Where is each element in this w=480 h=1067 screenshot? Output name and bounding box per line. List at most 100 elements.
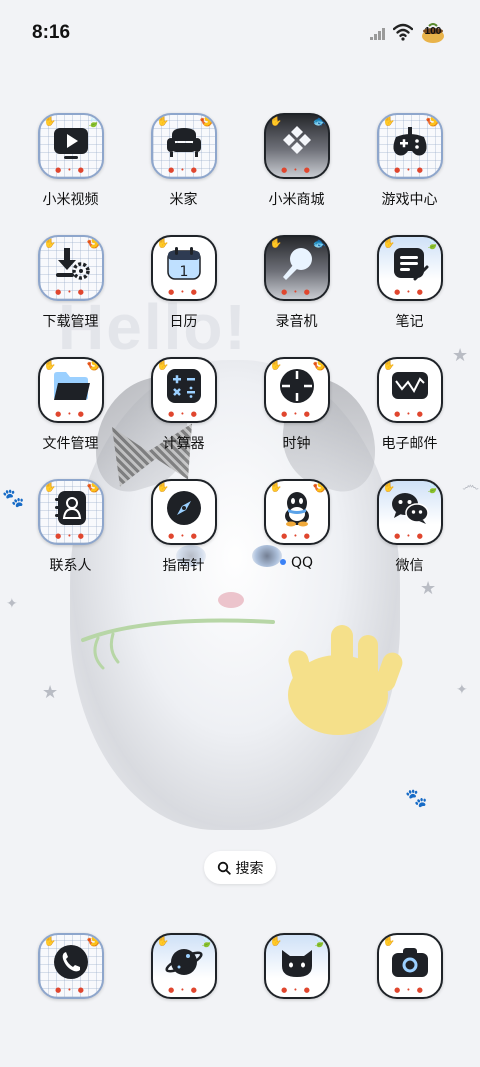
app-icon-frame: ✋ 🍃 ● • ● xyxy=(263,933,330,999)
app-calculator[interactable]: ✋ ● • ● 计算器 xyxy=(127,357,240,479)
sticker-tag-icon: 🍤 xyxy=(86,481,101,494)
app-label-text: 小米商城 xyxy=(268,192,325,208)
app-label: 米家 xyxy=(170,189,198,209)
app-label: 录音机 xyxy=(276,311,318,331)
face-decoration-icon: ● • ● xyxy=(281,410,312,418)
calculator-icon xyxy=(165,367,203,409)
download-icon xyxy=(52,246,90,286)
app-microphone[interactable]: ✋ 🐟 ● • ● 录音机 xyxy=(240,235,353,357)
app-qq-penguin[interactable]: ✋ 🍤 ● • ● QQ xyxy=(240,479,353,601)
sticker-tag-icon: 🐟 xyxy=(312,237,327,250)
dock-phone[interactable]: ✋ 🍤 ● • ● xyxy=(14,933,127,999)
search-icon xyxy=(217,861,231,875)
app-label-text: 笔记 xyxy=(395,314,424,330)
folder-icon xyxy=(50,369,92,407)
battery-level: 100 xyxy=(424,26,442,37)
calendar-icon: 1 xyxy=(164,245,204,287)
app-label-text: 录音机 xyxy=(275,314,318,330)
phone-icon xyxy=(52,943,90,985)
star-icon: ★ xyxy=(42,682,59,703)
face-decoration-icon: ● • ● xyxy=(281,288,312,296)
app-label-text: 微信 xyxy=(395,558,424,574)
app-label: 笔记 xyxy=(396,311,424,331)
app-label-text: 米家 xyxy=(169,192,198,208)
search-label: 搜索 xyxy=(235,860,264,877)
store-logo-icon xyxy=(279,124,315,164)
camera-icon xyxy=(390,944,430,984)
face-decoration-icon: ● • ● xyxy=(168,532,199,540)
face-decoration-icon: ● • ● xyxy=(281,986,312,994)
app-label-text: 计算器 xyxy=(162,436,205,452)
app-label: 小米商城 xyxy=(269,189,325,209)
dock-cat-face[interactable]: ✋ 🍃 ● • ● xyxy=(240,933,353,999)
app-label: 微信 xyxy=(396,555,424,575)
face-decoration-icon: ● • ● xyxy=(55,288,86,296)
app-sofa[interactable]: ✋ 🍤 ● • ● 米家 xyxy=(127,113,240,235)
app-icon-frame: ✋ 🍤 ● • ● xyxy=(37,933,104,999)
search-button[interactable]: 搜索 xyxy=(204,851,276,884)
face-decoration-icon: ● • ● xyxy=(168,166,199,174)
app-label-text: 文件管理 xyxy=(42,436,99,452)
app-icon-frame: ✋ 🍤 ● • ● xyxy=(263,479,330,545)
sticker-tag-icon: 🍤 xyxy=(312,481,327,494)
app-label-text: 游戏中心 xyxy=(381,192,438,208)
app-label: 游戏中心 xyxy=(382,189,438,209)
dock: ✋ 🍤 ● • ● ✋ 🍃 ● • ● ✋ 🍃 ● • ● ✋ ● • ● xyxy=(14,933,466,999)
dock-browser-planet[interactable]: ✋ 🍃 ● • ● xyxy=(127,933,240,999)
app-icon-frame: ✋ 🐟 ● • ● xyxy=(263,235,330,301)
app-label-text: 小米视频 xyxy=(42,192,99,208)
app-label-text: 指南针 xyxy=(162,558,205,574)
app-icon-frame: ✋ ● • ● xyxy=(376,357,443,423)
app-label: 电子邮件 xyxy=(382,433,438,453)
app-store-logo[interactable]: ✋ 🐟 ● • ● 小米商城 xyxy=(240,113,353,235)
app-compass[interactable]: ✋ ● • ● 指南针 xyxy=(127,479,240,601)
app-icon-frame: ✋ ● • ● xyxy=(150,479,217,545)
app-icon-frame: ✋ 🍤 ● • ● xyxy=(376,113,443,179)
app-icon-frame: ✋ 1 ● • ● xyxy=(150,235,217,301)
sofa-icon xyxy=(165,125,203,163)
app-wechat[interactable]: ✋ 🍃 ● • ● 微信 xyxy=(353,479,466,601)
app-icon-frame: ✋ 🍤 ● • ● xyxy=(37,235,104,301)
app-label-text: 时钟 xyxy=(282,436,311,452)
face-decoration-icon: ● • ● xyxy=(281,166,312,174)
app-label: 指南针 xyxy=(163,555,205,575)
face-decoration-icon: ● • ● xyxy=(55,410,86,418)
app-mail[interactable]: ✋ ● • ● 电子邮件 xyxy=(353,357,466,479)
dock-camera[interactable]: ✋ ● • ● xyxy=(353,933,466,999)
app-icon-frame: ✋ 🍃 ● • ● xyxy=(376,235,443,301)
app-clock[interactable]: ✋ 🍤 ● • ● 时钟 xyxy=(240,357,353,479)
face-decoration-icon: ● • ● xyxy=(394,166,425,174)
clock-icon xyxy=(278,367,316,409)
face-decoration-icon: ● • ● xyxy=(394,410,425,418)
face-decoration-icon: ● • ● xyxy=(394,288,425,296)
app-icon-frame: ✋ 🐟 ● • ● xyxy=(263,113,330,179)
app-contacts[interactable]: ✋ 🍤 ● • ● 联系人 xyxy=(14,479,127,601)
notes-icon xyxy=(391,245,429,287)
app-notes[interactable]: ✋ 🍃 ● • ● 笔记 xyxy=(353,235,466,357)
battery-indicator: 100 xyxy=(420,22,446,44)
app-folder[interactable]: ✋ 🍤 ● • ● 文件管理 xyxy=(14,357,127,479)
app-calendar[interactable]: ✋ 1 ● • ● 日历 xyxy=(127,235,240,357)
face-decoration-icon: ● • ● xyxy=(55,986,86,994)
gamepad-icon xyxy=(390,125,430,163)
app-download[interactable]: ✋ 🍤 ● • ● 下载管理 xyxy=(14,235,127,357)
browser-planet-icon xyxy=(164,943,204,985)
grass-stem xyxy=(81,618,275,670)
app-label: 下载管理 xyxy=(43,311,99,331)
app-play-video[interactable]: ✋ 🍃 ● • ● 小米视频 xyxy=(14,113,127,235)
app-label-text: QQ xyxy=(290,555,314,571)
app-label-text: 日历 xyxy=(169,314,198,330)
app-label: 联系人 xyxy=(50,555,92,575)
app-icon-frame: ✋ 🍃 ● • ● xyxy=(150,933,217,999)
app-gamepad[interactable]: ✋ 🍤 ● • ● 游戏中心 xyxy=(353,113,466,235)
paw-print-icon: 🐾 xyxy=(405,788,428,809)
app-icon-frame: ✋ 🍤 ● • ● xyxy=(263,357,330,423)
sparkle-icon: ✦ xyxy=(456,682,468,698)
qq-penguin-icon xyxy=(280,489,314,531)
app-icon-frame: ✋ 🍤 ● • ● xyxy=(37,479,104,545)
app-label: 时钟 xyxy=(283,433,311,453)
app-icon-frame: ✋ 🍃 ● • ● xyxy=(376,479,443,545)
app-label-text: 下载管理 xyxy=(42,314,99,330)
app-label-text: 联系人 xyxy=(49,558,92,574)
compass-icon xyxy=(165,489,203,531)
